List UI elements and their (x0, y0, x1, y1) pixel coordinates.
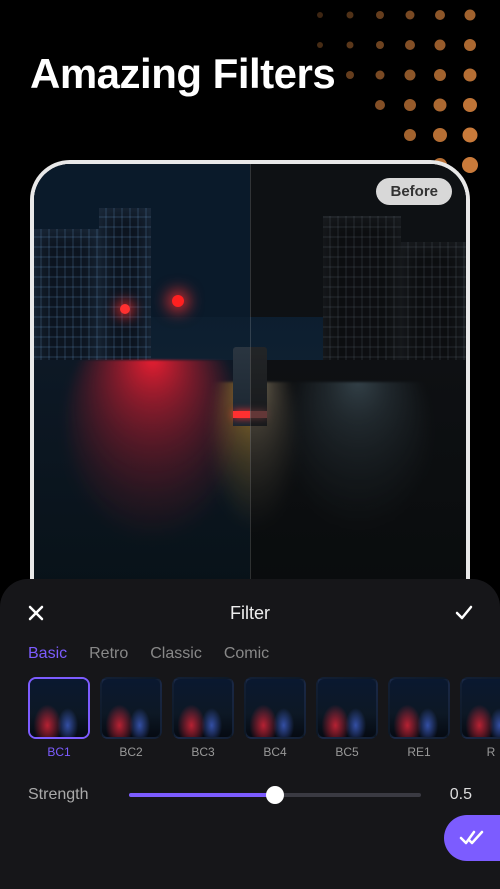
tab-retro[interactable]: Retro (89, 645, 128, 663)
thumb-label: RE1 (388, 745, 450, 759)
close-button[interactable] (22, 599, 50, 627)
tab-basic[interactable]: Basic (28, 645, 67, 663)
strength-value: 0.5 (437, 786, 472, 804)
double-check-icon (459, 828, 485, 848)
apply-all-button[interactable] (444, 815, 500, 861)
filter-thumbnails: BC1 BC2 BC3 BC4 BC5 RE1 R (0, 677, 500, 759)
filter-thumb-bc3[interactable]: BC3 (172, 677, 234, 759)
thumb-label: BC2 (100, 745, 162, 759)
filter-thumb-re1[interactable]: RE1 (388, 677, 450, 759)
slider-knob[interactable] (266, 786, 284, 804)
thumb-label: BC5 (316, 745, 378, 759)
filter-thumb-bc1[interactable]: BC1 (28, 677, 90, 759)
preview-image[interactable]: Before (34, 164, 466, 600)
thumb-label: BC4 (244, 745, 306, 759)
thumb-label: BC1 (28, 745, 90, 759)
tab-comic[interactable]: Comic (224, 645, 269, 663)
thumb-label: R (460, 745, 500, 759)
filter-thumb-bc5[interactable]: BC5 (316, 677, 378, 759)
confirm-button[interactable] (450, 599, 478, 627)
slider-fill (129, 793, 275, 797)
before-badge: Before (376, 178, 452, 205)
filter-panel: Filter Basic Retro Classic Comic BC1 BC2… (0, 579, 500, 889)
panel-title: Filter (230, 603, 270, 624)
thumb-label: BC3 (172, 745, 234, 759)
close-icon (26, 603, 46, 623)
check-icon (453, 602, 475, 624)
preview-card: Before (30, 160, 470, 600)
filter-thumb-partial[interactable]: R (460, 677, 500, 759)
filter-thumb-bc4[interactable]: BC4 (244, 677, 306, 759)
page-title: Amazing Filters (30, 50, 335, 98)
tab-classic[interactable]: Classic (150, 645, 202, 663)
strength-label: Strength (28, 786, 113, 804)
strength-slider[interactable] (129, 783, 421, 807)
filter-category-tabs: Basic Retro Classic Comic (0, 629, 500, 677)
filter-thumb-bc2[interactable]: BC2 (100, 677, 162, 759)
